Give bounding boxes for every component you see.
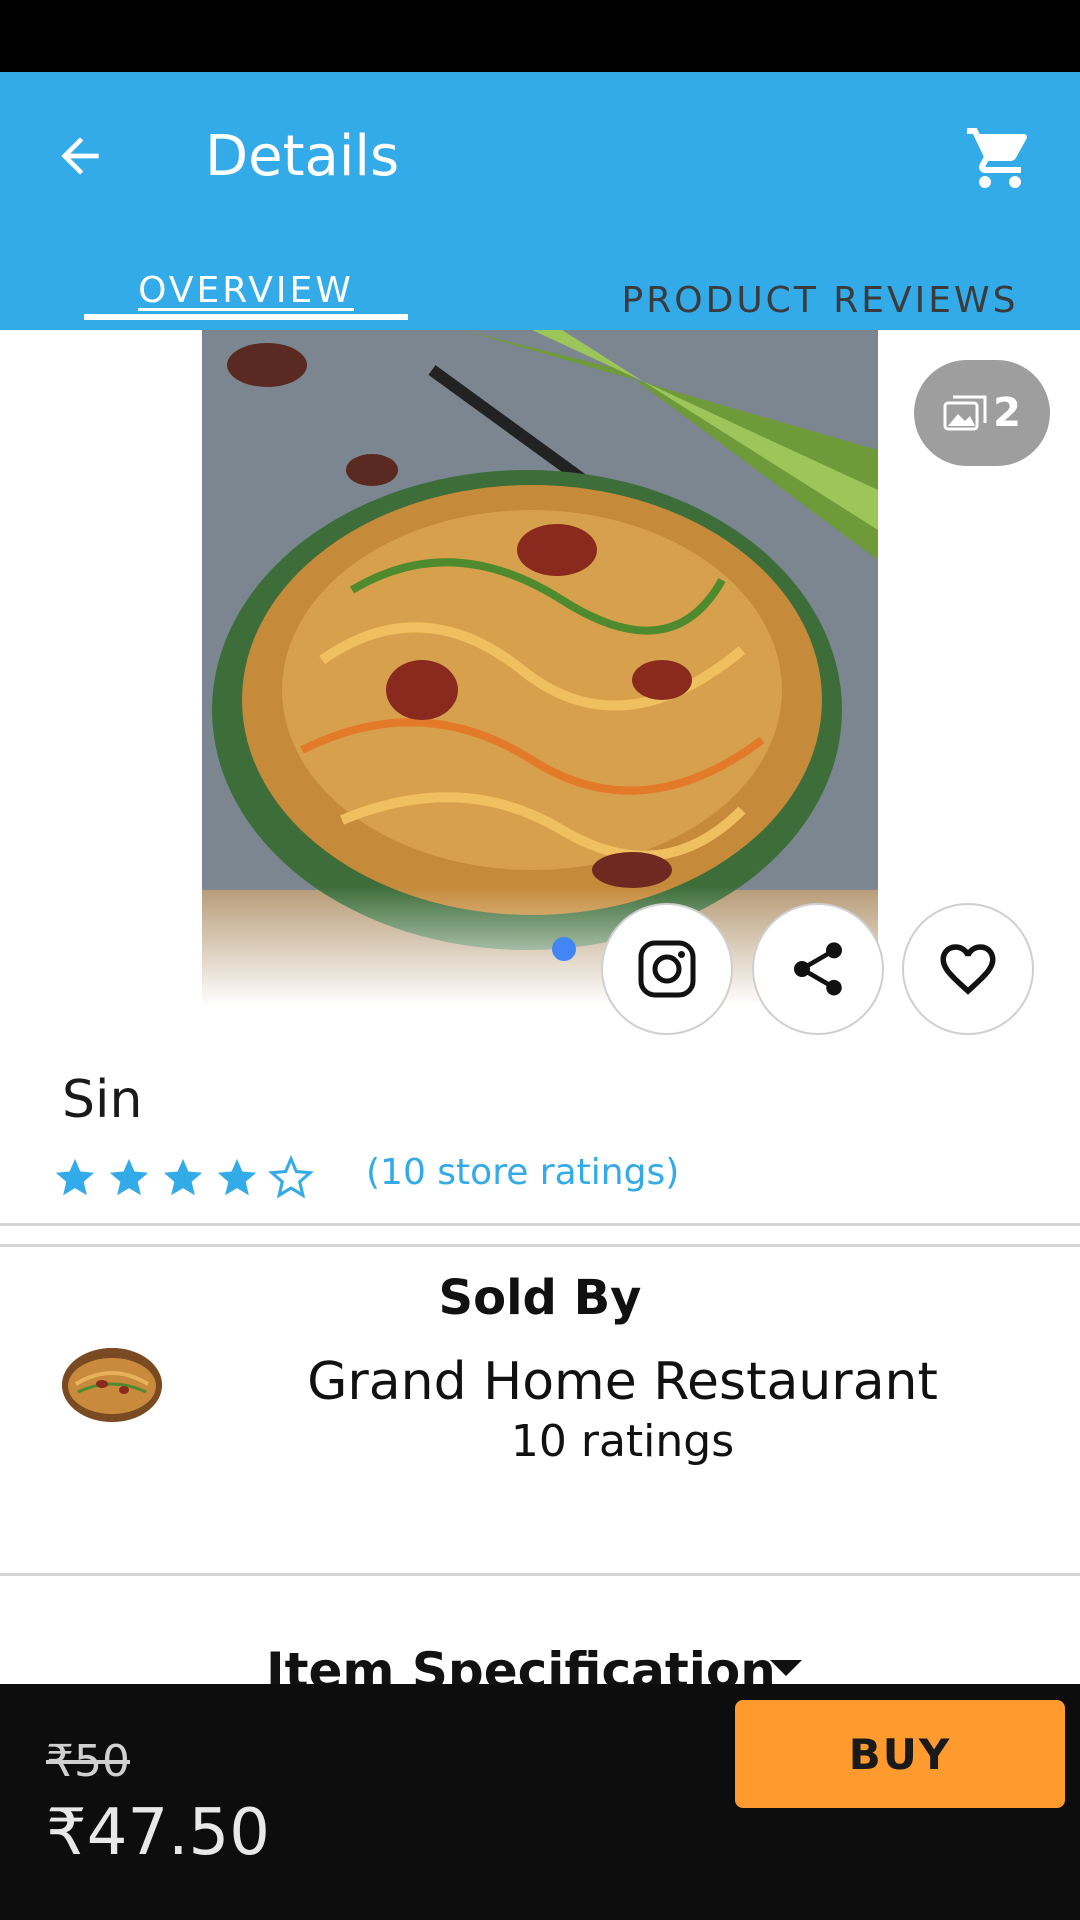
favorite-button[interactable] [902, 903, 1034, 1035]
arrow-left-icon [61, 137, 99, 175]
star-filled-icon [217, 1158, 257, 1196]
app-bar: Details OVERVIEW PRODUCT REVIEWS [0, 72, 1080, 330]
tab-product-reviews[interactable]: PRODUCT REVIEWS [590, 260, 1050, 340]
seller-name[interactable]: Grand Home Restaurant [250, 1352, 995, 1412]
store-ratings-link[interactable]: (10 store ratings) [366, 1152, 679, 1193]
seller-avatar-image [62, 1348, 162, 1422]
instagram-button[interactable] [601, 903, 733, 1035]
divider [0, 1244, 1080, 1247]
gallery-count: 2 [993, 390, 1021, 436]
product-name: Sin [62, 1070, 143, 1130]
gallery-images-icon [943, 395, 987, 431]
caret-down-icon [770, 1660, 802, 1676]
gallery-count-badge[interactable]: 2 [914, 360, 1050, 466]
cart-button[interactable] [958, 116, 1042, 200]
star-filled-icon [55, 1158, 95, 1196]
star-rating [52, 1155, 314, 1201]
status-bar [0, 0, 1080, 72]
item-specification-toggle[interactable]: Item Specification [0, 1636, 1080, 1684]
original-price: ₹50 [46, 1736, 130, 1787]
share-button[interactable] [752, 903, 884, 1035]
product-image[interactable] [202, 330, 878, 1006]
seller-avatar[interactable] [62, 1348, 162, 1422]
buy-button[interactable]: BUY [735, 1700, 1065, 1808]
divider [0, 1573, 1080, 1576]
shopping-cart-icon [967, 128, 1028, 188]
star-outline-icon [268, 1155, 314, 1199]
star-filled-icon [163, 1158, 203, 1196]
heart-outline-icon [940, 944, 996, 995]
tab-indicator [84, 314, 408, 320]
star-filled-icon [109, 1158, 149, 1196]
seller-ratings: 10 ratings [510, 1416, 735, 1467]
discounted-price: ₹47.50 [46, 1796, 270, 1870]
share-icon [794, 942, 842, 996]
back-button[interactable] [40, 116, 120, 196]
instagram-icon [638, 940, 696, 998]
divider [0, 1223, 1080, 1226]
sold-by-heading: Sold By [438, 1270, 642, 1326]
item-specification-label: Item Specification [266, 1642, 776, 1684]
carousel-page-indicator [552, 937, 576, 961]
page-title: Details [205, 124, 400, 189]
purchase-bar: ₹50 ₹47.50 BUY [0, 1684, 1080, 1920]
